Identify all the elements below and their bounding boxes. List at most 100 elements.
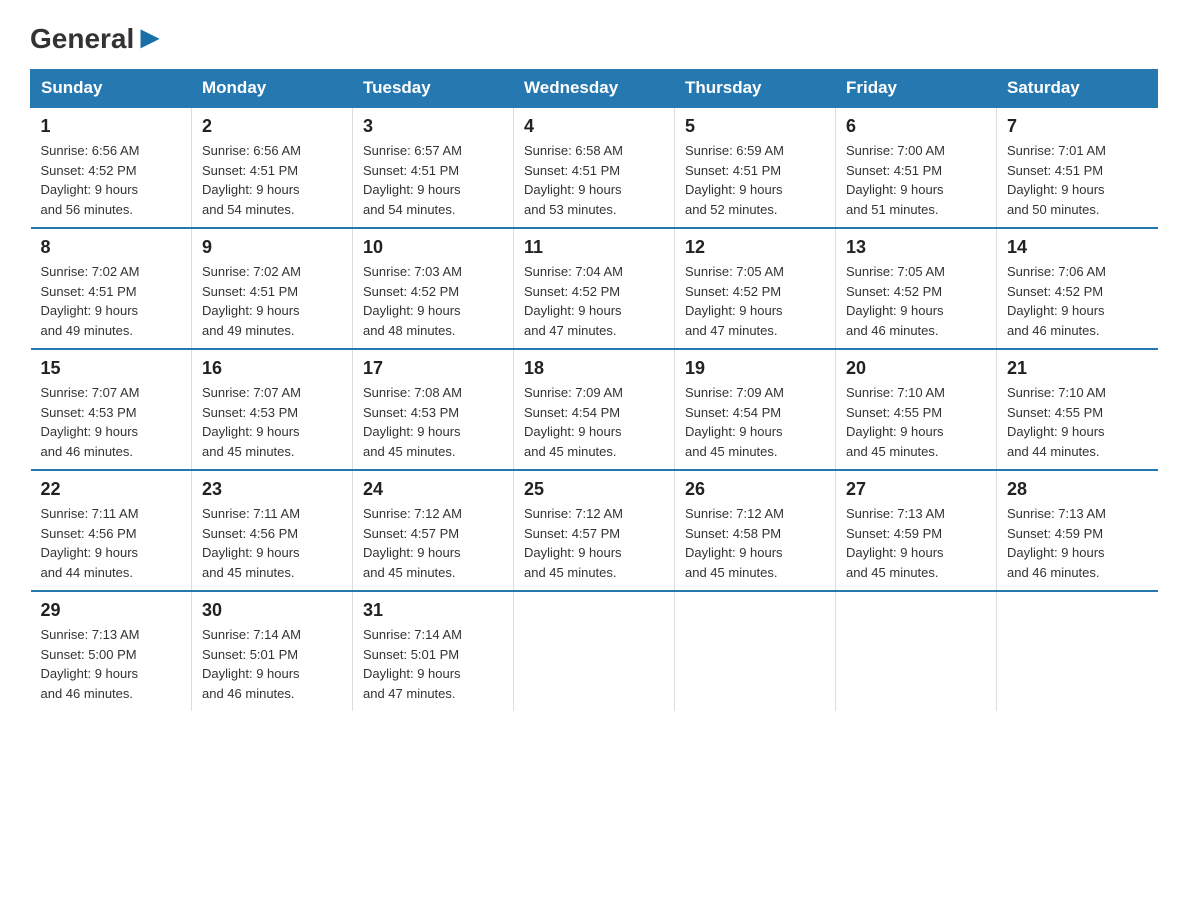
day-number: 20 [846, 358, 986, 379]
calendar-cell: 9 Sunrise: 7:02 AMSunset: 4:51 PMDayligh… [192, 228, 353, 349]
calendar-cell: 8 Sunrise: 7:02 AMSunset: 4:51 PMDayligh… [31, 228, 192, 349]
day-info: Sunrise: 6:57 AMSunset: 4:51 PMDaylight:… [363, 143, 462, 217]
day-info: Sunrise: 7:10 AMSunset: 4:55 PMDaylight:… [1007, 385, 1106, 459]
day-number: 16 [202, 358, 342, 379]
day-number: 6 [846, 116, 986, 137]
calendar-cell: 13 Sunrise: 7:05 AMSunset: 4:52 PMDaylig… [836, 228, 997, 349]
header-wednesday: Wednesday [514, 70, 675, 108]
day-number: 31 [363, 600, 503, 621]
day-number: 15 [41, 358, 182, 379]
day-info: Sunrise: 7:07 AMSunset: 4:53 PMDaylight:… [202, 385, 301, 459]
header-sunday: Sunday [31, 70, 192, 108]
calendar-cell: 16 Sunrise: 7:07 AMSunset: 4:53 PMDaylig… [192, 349, 353, 470]
calendar-cell: 3 Sunrise: 6:57 AMSunset: 4:51 PMDayligh… [353, 107, 514, 228]
day-info: Sunrise: 7:11 AMSunset: 4:56 PMDaylight:… [202, 506, 300, 580]
day-info: Sunrise: 6:58 AMSunset: 4:51 PMDaylight:… [524, 143, 623, 217]
day-number: 1 [41, 116, 182, 137]
logo-general: General► [30, 23, 166, 54]
day-info: Sunrise: 7:06 AMSunset: 4:52 PMDaylight:… [1007, 264, 1106, 338]
day-number: 24 [363, 479, 503, 500]
calendar-cell: 31 Sunrise: 7:14 AMSunset: 5:01 PMDaylig… [353, 591, 514, 711]
day-number: 27 [846, 479, 986, 500]
day-info: Sunrise: 7:11 AMSunset: 4:56 PMDaylight:… [41, 506, 139, 580]
day-info: Sunrise: 7:08 AMSunset: 4:53 PMDaylight:… [363, 385, 462, 459]
day-number: 13 [846, 237, 986, 258]
calendar-cell: 20 Sunrise: 7:10 AMSunset: 4:55 PMDaylig… [836, 349, 997, 470]
day-number: 9 [202, 237, 342, 258]
day-number: 26 [685, 479, 825, 500]
day-number: 21 [1007, 358, 1148, 379]
day-info: Sunrise: 7:14 AMSunset: 5:01 PMDaylight:… [363, 627, 462, 701]
day-number: 5 [685, 116, 825, 137]
day-number: 4 [524, 116, 664, 137]
day-number: 10 [363, 237, 503, 258]
calendar-week-3: 15 Sunrise: 7:07 AMSunset: 4:53 PMDaylig… [31, 349, 1158, 470]
day-number: 29 [41, 600, 182, 621]
calendar-cell: 27 Sunrise: 7:13 AMSunset: 4:59 PMDaylig… [836, 470, 997, 591]
day-number: 30 [202, 600, 342, 621]
day-info: Sunrise: 6:56 AMSunset: 4:51 PMDaylight:… [202, 143, 301, 217]
calendar-cell [514, 591, 675, 711]
day-info: Sunrise: 6:56 AMSunset: 4:52 PMDaylight:… [41, 143, 140, 217]
calendar-cell: 17 Sunrise: 7:08 AMSunset: 4:53 PMDaylig… [353, 349, 514, 470]
day-number: 22 [41, 479, 182, 500]
day-number: 14 [1007, 237, 1148, 258]
day-number: 7 [1007, 116, 1148, 137]
day-number: 11 [524, 237, 664, 258]
calendar-cell: 19 Sunrise: 7:09 AMSunset: 4:54 PMDaylig… [675, 349, 836, 470]
day-number: 12 [685, 237, 825, 258]
calendar-cell: 26 Sunrise: 7:12 AMSunset: 4:58 PMDaylig… [675, 470, 836, 591]
calendar-cell: 23 Sunrise: 7:11 AMSunset: 4:56 PMDaylig… [192, 470, 353, 591]
calendar-cell: 10 Sunrise: 7:03 AMSunset: 4:52 PMDaylig… [353, 228, 514, 349]
day-info: Sunrise: 6:59 AMSunset: 4:51 PMDaylight:… [685, 143, 784, 217]
calendar-cell: 1 Sunrise: 6:56 AMSunset: 4:52 PMDayligh… [31, 107, 192, 228]
logo: General► [30, 20, 166, 49]
day-number: 3 [363, 116, 503, 137]
day-number: 25 [524, 479, 664, 500]
calendar-cell: 28 Sunrise: 7:13 AMSunset: 4:59 PMDaylig… [997, 470, 1158, 591]
day-info: Sunrise: 7:09 AMSunset: 4:54 PMDaylight:… [524, 385, 623, 459]
page-header: General► [30, 20, 1158, 49]
calendar-cell: 6 Sunrise: 7:00 AMSunset: 4:51 PMDayligh… [836, 107, 997, 228]
calendar-cell: 12 Sunrise: 7:05 AMSunset: 4:52 PMDaylig… [675, 228, 836, 349]
day-number: 8 [41, 237, 182, 258]
calendar-week-5: 29 Sunrise: 7:13 AMSunset: 5:00 PMDaylig… [31, 591, 1158, 711]
header-friday: Friday [836, 70, 997, 108]
day-number: 18 [524, 358, 664, 379]
calendar-cell: 15 Sunrise: 7:07 AMSunset: 4:53 PMDaylig… [31, 349, 192, 470]
day-number: 23 [202, 479, 342, 500]
calendar-cell: 29 Sunrise: 7:13 AMSunset: 5:00 PMDaylig… [31, 591, 192, 711]
day-info: Sunrise: 7:04 AMSunset: 4:52 PMDaylight:… [524, 264, 623, 338]
calendar-cell: 22 Sunrise: 7:11 AMSunset: 4:56 PMDaylig… [31, 470, 192, 591]
day-info: Sunrise: 7:12 AMSunset: 4:58 PMDaylight:… [685, 506, 784, 580]
day-info: Sunrise: 7:01 AMSunset: 4:51 PMDaylight:… [1007, 143, 1106, 217]
calendar-cell: 11 Sunrise: 7:04 AMSunset: 4:52 PMDaylig… [514, 228, 675, 349]
calendar-header-row: SundayMondayTuesdayWednesdayThursdayFrid… [31, 70, 1158, 108]
day-info: Sunrise: 7:05 AMSunset: 4:52 PMDaylight:… [685, 264, 784, 338]
day-info: Sunrise: 7:02 AMSunset: 4:51 PMDaylight:… [202, 264, 301, 338]
day-info: Sunrise: 7:03 AMSunset: 4:52 PMDaylight:… [363, 264, 462, 338]
calendar-cell: 4 Sunrise: 6:58 AMSunset: 4:51 PMDayligh… [514, 107, 675, 228]
day-info: Sunrise: 7:00 AMSunset: 4:51 PMDaylight:… [846, 143, 945, 217]
header-monday: Monday [192, 70, 353, 108]
day-info: Sunrise: 7:07 AMSunset: 4:53 PMDaylight:… [41, 385, 140, 459]
calendar-week-1: 1 Sunrise: 6:56 AMSunset: 4:52 PMDayligh… [31, 107, 1158, 228]
calendar-week-2: 8 Sunrise: 7:02 AMSunset: 4:51 PMDayligh… [31, 228, 1158, 349]
day-info: Sunrise: 7:02 AMSunset: 4:51 PMDaylight:… [41, 264, 140, 338]
calendar-cell: 21 Sunrise: 7:10 AMSunset: 4:55 PMDaylig… [997, 349, 1158, 470]
day-info: Sunrise: 7:05 AMSunset: 4:52 PMDaylight:… [846, 264, 945, 338]
calendar-cell: 5 Sunrise: 6:59 AMSunset: 4:51 PMDayligh… [675, 107, 836, 228]
day-info: Sunrise: 7:13 AMSunset: 4:59 PMDaylight:… [1007, 506, 1106, 580]
calendar-cell: 2 Sunrise: 6:56 AMSunset: 4:51 PMDayligh… [192, 107, 353, 228]
calendar-cell [675, 591, 836, 711]
calendar-cell [836, 591, 997, 711]
day-number: 19 [685, 358, 825, 379]
day-number: 28 [1007, 479, 1148, 500]
calendar-cell [997, 591, 1158, 711]
calendar-cell: 14 Sunrise: 7:06 AMSunset: 4:52 PMDaylig… [997, 228, 1158, 349]
day-number: 17 [363, 358, 503, 379]
header-saturday: Saturday [997, 70, 1158, 108]
day-info: Sunrise: 7:12 AMSunset: 4:57 PMDaylight:… [524, 506, 623, 580]
calendar-table: SundayMondayTuesdayWednesdayThursdayFrid… [30, 69, 1158, 711]
calendar-cell: 30 Sunrise: 7:14 AMSunset: 5:01 PMDaylig… [192, 591, 353, 711]
